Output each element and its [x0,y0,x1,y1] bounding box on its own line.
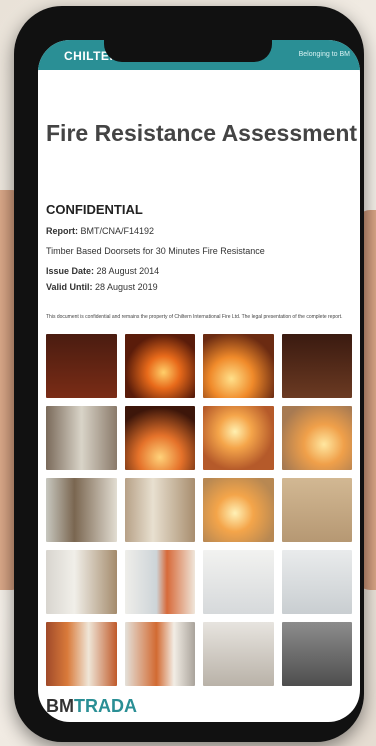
gallery-tile [281,550,352,614]
issue-label: Issue Date: [46,266,95,276]
gallery-tile [281,334,352,398]
valid-line: Valid Until: 28 August 2019 [46,282,158,292]
issue-value: 28 August 2014 [96,266,160,276]
confidential-label: CONFIDENTIAL [46,202,143,217]
report-line: Report: BMT/CNA/F14192 [46,226,154,236]
gallery-tile [203,334,274,398]
gallery-tile [46,622,117,686]
gallery-tile [46,478,117,542]
bmtrada-logo: BMTRADA [46,696,137,717]
phone-inner: CHILTERN Belonging to BM Fire Resistance… [14,6,364,742]
gallery-tile [281,478,352,542]
gallery-tile [124,622,195,686]
gallery-tile [203,406,274,470]
gallery-tile [281,622,352,686]
page-title: Fire Resistance Assessment [46,120,358,146]
gallery-tile [124,550,195,614]
gallery-tile [281,406,352,470]
logo-part-bm: BM [46,696,74,716]
issue-line: Issue Date: 28 August 2014 [46,266,159,276]
gallery-tile [124,406,195,470]
gallery-tile [46,550,117,614]
phone-screen: CHILTERN Belonging to BM Fire Resistance… [38,40,360,722]
brand-subtext: Belonging to BM [298,51,350,58]
gallery-tile [203,478,274,542]
report-value: BMT/CNA/F14192 [80,226,155,236]
valid-label: Valid Until: [46,282,93,292]
disclaimer-text: This document is confidential and remain… [46,314,343,320]
subject-line: Timber Based Doorsets for 30 Minutes Fir… [46,246,265,256]
gallery-tile [46,334,117,398]
gallery-tile [203,622,274,686]
logo-part-trada: TRADA [74,696,137,716]
phone-notch [104,34,272,62]
gallery-tile [124,478,195,542]
image-gallery [46,334,352,686]
gallery-tile [46,406,117,470]
gallery-tile [124,334,195,398]
report-label: Report: [46,226,78,236]
valid-value: 28 August 2019 [95,282,158,292]
gallery-tile [203,550,274,614]
